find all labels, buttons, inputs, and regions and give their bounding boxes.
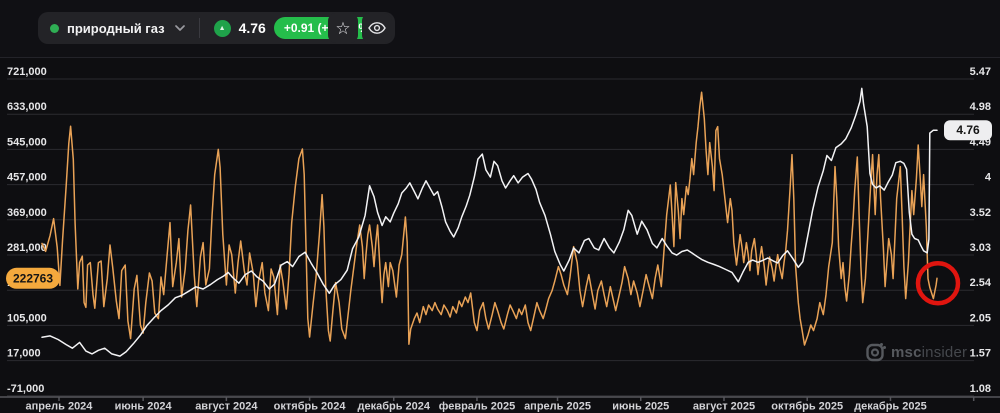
- x-axis-tick-label: октябрь 2025: [771, 401, 843, 413]
- star-icon: ☆: [335, 18, 351, 38]
- x-axis-tick-label: июнь 2024: [115, 401, 173, 413]
- right-axis-label: 3.52: [970, 207, 991, 219]
- toolbar: природный газ ▲ 4.76 +0.91 (+23.69%) ☆: [0, 0, 1000, 58]
- x-axis-tick-label: декабрь 2024: [357, 401, 430, 413]
- red-circle-annotation: [915, 260, 961, 306]
- right-axis-label: 2.05: [970, 312, 991, 324]
- left-axis-label: 281,000: [7, 242, 47, 254]
- watermark-text-light: insider: [921, 343, 968, 361]
- x-axis-tick-label: апрель 2024: [26, 401, 94, 413]
- right-axis-label: 5.47: [970, 66, 991, 78]
- right-axis-label: 1.08: [970, 383, 991, 395]
- right-axis-label: 3.03: [970, 242, 991, 254]
- divider: [198, 18, 200, 38]
- left-axis-label: 105,000: [7, 312, 47, 324]
- right-axis-label: 4.98: [970, 101, 991, 113]
- eye-icon: [368, 22, 386, 34]
- x-axis-tick-label: июнь 2025: [612, 401, 669, 413]
- x-axis-tick-label: апрель 2025: [524, 401, 591, 413]
- left-axis-label: 369,000: [7, 207, 47, 219]
- x-axis-tick-label: декабрь 2025: [854, 401, 927, 413]
- left-axis-label: -71,000: [7, 383, 44, 395]
- last-price: 4.76: [238, 20, 266, 36]
- left-axis-label: 721,000: [7, 66, 47, 78]
- chevron-down-icon[interactable]: [174, 25, 185, 31]
- x-axis-tick-label: февраль 2025: [439, 401, 515, 413]
- right-axis-label: 2.54: [970, 277, 992, 289]
- right-axis-label: 1.57: [970, 348, 991, 360]
- volume-line: [41, 91, 938, 346]
- price-volume-chart: 721,000 5.47633,000 4.98545,000 4.49457,000…: [0, 66, 1000, 413]
- instrument-status-dot: [50, 23, 59, 33]
- favorite-button[interactable]: ☆: [328, 13, 358, 43]
- chart-area: msc insider 721,000 5.47 633,000 4.98 545,000…: [0, 0, 1000, 413]
- right-axis-label: 4: [985, 172, 992, 184]
- last-price-badge-label: 4.76: [956, 123, 980, 137]
- mscinsider-logo-icon: [866, 343, 886, 362]
- last-volume-badge-label: 222763: [13, 271, 53, 285]
- x-axis-tick-label: август 2024: [195, 401, 258, 413]
- left-axis-label: 457,000: [7, 172, 47, 184]
- left-axis-label: 545,000: [7, 136, 47, 148]
- trend-up-icon: ▲: [213, 19, 231, 37]
- left-axis-label: 17,000: [7, 348, 41, 360]
- left-axis-label: 633,000: [7, 101, 47, 113]
- x-axis-tick-label: август 2025: [693, 401, 755, 413]
- x-axis-tick-label: октябрь 2024: [274, 401, 347, 413]
- instrument-name: природный газ: [67, 20, 165, 36]
- watch-button[interactable]: [362, 13, 392, 43]
- watermark-text-bold: msc: [891, 343, 922, 361]
- price-line: [41, 87, 938, 357]
- watermark: msc insider: [866, 342, 967, 362]
